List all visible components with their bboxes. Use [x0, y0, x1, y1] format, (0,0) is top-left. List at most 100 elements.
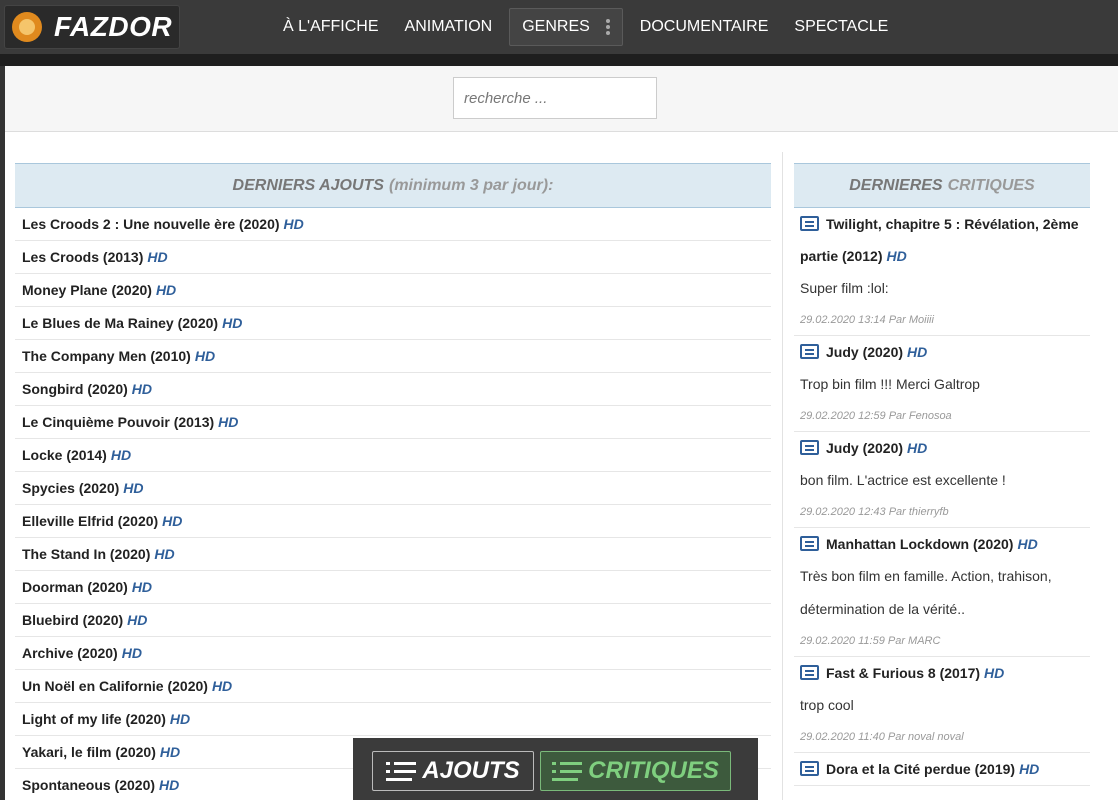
- hd-badge: HD: [211, 678, 233, 694]
- review-movie-title: Judy (2020): [826, 440, 904, 456]
- hd-badge: HD: [131, 381, 153, 397]
- hd-badge: HD: [110, 447, 132, 463]
- list-item[interactable]: Doorman (2020) HD: [15, 571, 771, 604]
- movie-title: Elleville Elfrid (2020): [22, 513, 159, 529]
- hd-badge: HD: [907, 440, 928, 456]
- comment-icon: [800, 344, 819, 359]
- hd-badge: HD: [159, 777, 180, 793]
- review-text: bon film. L'actrice est excellente !: [800, 472, 1006, 488]
- movie-title: Yakari, le film (2020): [22, 744, 156, 760]
- ajouts-label: AJOUTS: [422, 757, 520, 784]
- review-movie-title: Dora et la Cité perdue (2019): [826, 761, 1016, 777]
- movie-title: Les Croods 2 : Une nouvelle ère (2020): [22, 216, 280, 232]
- search-bar: [5, 66, 1118, 132]
- movie-title: Les Croods (2013): [22, 249, 144, 265]
- review-title-link[interactable]: Fast & Furious 8 (2017) HD: [800, 657, 1084, 689]
- hd-badge: HD: [218, 414, 239, 430]
- list-item[interactable]: Les Croods 2 : Une nouvelle ère (2020) HD: [15, 208, 771, 241]
- review-title-link[interactable]: Judy (2020) HD: [800, 336, 1084, 368]
- main-nav: À L'AFFICHE ANIMATION GENRES DOCUMENTAIR…: [270, 0, 901, 54]
- review-movie-title: Twilight, chapitre 5 : Révélation, 2ème …: [800, 216, 1079, 264]
- ajouts-button[interactable]: AJOUTS: [372, 751, 534, 791]
- list-item[interactable]: Les Croods (2013) HD: [15, 241, 771, 274]
- review-movie-title: Manhattan Lockdown (2020): [826, 536, 1014, 552]
- hd-badge: HD: [123, 480, 144, 496]
- nav-spectacle[interactable]: SPECTACLE: [781, 0, 901, 54]
- review-item: Dora et la Cité perdue (2019) HD: [794, 753, 1090, 786]
- hd-badge: HD: [131, 579, 153, 595]
- review-title-link[interactable]: Manhattan Lockdown (2020) HD: [800, 528, 1084, 560]
- hd-badge: HD: [169, 711, 191, 727]
- review-item: Judy (2020) HD Trop bin film !!! Merci Gal…: [794, 336, 1090, 432]
- hd-badge: HD: [159, 744, 181, 760]
- list-item[interactable]: Light of my life (2020) HD: [15, 703, 771, 736]
- logo-text: FAZDOR: [54, 11, 173, 42]
- hd-badge: HD: [154, 546, 175, 562]
- hd-badge: HD: [984, 665, 1005, 681]
- list-item[interactable]: Un Noël en Californie (2020) HD: [15, 670, 771, 703]
- review-title-link[interactable]: Judy (2020) HD: [800, 432, 1084, 464]
- list-item[interactable]: Spycies (2020) HD: [15, 472, 771, 505]
- review-text: Super film :lol:: [800, 280, 889, 296]
- critiques-label: CRITIQUES: [588, 757, 719, 784]
- list-item[interactable]: Songbird (2020) HD: [15, 373, 771, 406]
- column-divider: [782, 152, 783, 800]
- list-item[interactable]: Le Blues de Ma Rainey (2020) HD: [15, 307, 771, 340]
- comment-icon: [800, 440, 819, 455]
- review-text: Trop bin film !!! Merci Galtrop: [800, 376, 980, 392]
- critiques-button[interactable]: CRITIQUES: [540, 751, 731, 791]
- list-icon: [552, 760, 583, 782]
- latest-additions-header: DERNIERS AJOUTS (minimum 3 par jour):: [15, 163, 771, 208]
- lion-icon: [12, 12, 42, 42]
- latest-title-light: (minimum 3 par jour):: [388, 176, 554, 194]
- hd-badge: HD: [907, 344, 928, 360]
- list-icon: [386, 760, 417, 782]
- review-meta: 29.02.2020 13:14 Par Moiiii: [800, 314, 934, 326]
- nav-genres[interactable]: GENRES: [509, 8, 623, 46]
- list-item[interactable]: Bluebird (2020) HD: [15, 604, 771, 637]
- review-title-link[interactable]: Dora et la Cité perdue (2019) HD: [800, 753, 1084, 785]
- search-input[interactable]: [453, 77, 657, 119]
- movie-title: Light of my life (2020): [22, 711, 166, 727]
- hd-badge: HD: [1019, 761, 1040, 777]
- list-item[interactable]: Elleville Elfrid (2020) HD: [15, 505, 771, 538]
- movie-title: Money Plane (2020): [22, 282, 152, 298]
- reviews-title-strong: DERNIERES: [849, 176, 943, 194]
- list-item[interactable]: The Company Men (2010) HD: [15, 340, 771, 373]
- list-item[interactable]: Archive (2020) HD: [15, 637, 771, 670]
- list-item[interactable]: The Stand In (2020) HD: [15, 538, 771, 571]
- review-meta: 29.02.2020 12:59 Par Fenosoa: [800, 410, 952, 422]
- review-movie-title: Fast & Furious 8 (2017): [826, 665, 981, 681]
- kebab-menu-icon: [605, 17, 610, 37]
- review-text: trop cool: [800, 697, 854, 713]
- review-text: Très bon film en famille. Action, trahis…: [800, 568, 1052, 617]
- movie-title: Archive (2020): [22, 645, 118, 661]
- bottom-toggle-bar: AJOUTS CRITIQUES: [353, 738, 758, 800]
- hd-badge: HD: [222, 315, 243, 331]
- comment-icon: [800, 536, 819, 551]
- list-item[interactable]: Le Cinquième Pouvoir (2013) HD: [15, 406, 771, 439]
- movie-title: Doorman (2020): [22, 579, 128, 595]
- review-item: Judy (2020) HD bon film. L'actrice est exc…: [794, 432, 1090, 528]
- review-meta: 29.02.2020 11:40 Par noval noval: [800, 731, 964, 743]
- latest-additions-list: Les Croods 2 : Une nouvelle ère (2020) HD…: [15, 208, 771, 800]
- latest-reviews-section: DERNIERES CRITIQUES Twilight, chapitre 5…: [794, 163, 1090, 786]
- movie-title: Locke (2014): [22, 447, 107, 463]
- hd-badge: HD: [283, 216, 304, 232]
- nav-a-laffiche[interactable]: À L'AFFICHE: [270, 0, 392, 54]
- list-item[interactable]: Money Plane (2020) HD: [15, 274, 771, 307]
- movie-title: The Company Men (2010): [22, 348, 191, 364]
- nav-animation[interactable]: ANIMATION: [392, 0, 506, 54]
- nav-genres-label: GENRES: [522, 18, 590, 35]
- nav-documentaire[interactable]: DOCUMENTAIRE: [627, 0, 782, 54]
- hd-badge: HD: [155, 282, 177, 298]
- list-item[interactable]: Locke (2014) HD: [15, 439, 771, 472]
- site-logo[interactable]: FAZDOR: [4, 5, 180, 49]
- review-meta: 29.02.2020 11:59 Par MARC: [800, 635, 941, 647]
- header-divider: [0, 54, 1118, 66]
- review-title-link[interactable]: Twilight, chapitre 5 : Révélation, 2ème …: [800, 208, 1084, 272]
- movie-title: Songbird (2020): [22, 381, 128, 397]
- movie-title: Spycies (2020): [22, 480, 120, 496]
- review-movie-title: Judy (2020): [826, 344, 904, 360]
- movie-title: The Stand In (2020): [22, 546, 151, 562]
